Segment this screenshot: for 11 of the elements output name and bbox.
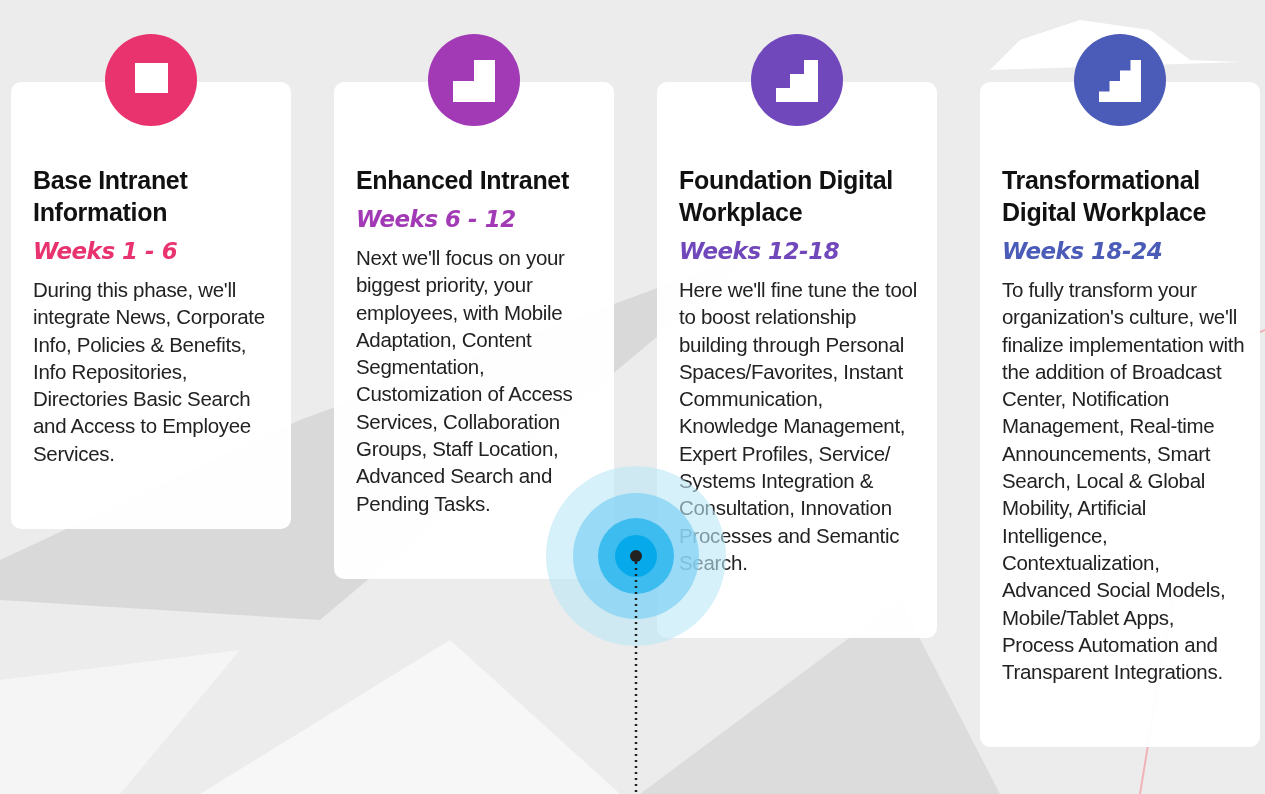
phase-description: During this phase, we'll integrate News, Corporate Info, Policies & Benefits, Info Repositories, Directories Basic Search and Access to Employee Services. [33,277,266,467]
phase-description: Next we'll focus on your biggest priority, your employees, with Mobile Adaptation, Content Segmentation, Customization of Access Services, Collaboration Groups, Staff Location, Advanced Search and Pending Tasks. [356,245,574,517]
phase-title: Base Intranet Information [33,165,189,228]
phase-title: Transformational Digital Workplace [1002,165,1208,228]
phase-title: Foundation Digital Workplace [679,165,894,228]
phase-weeks: Weeks 12-18 [679,238,841,264]
phase-weeks: Weeks 6 - 12 [356,206,517,232]
phase-description: To fully transform your organization's culture, we'll finalize implementation with the addition of Broadcast Center, Notification Management, Real-time Announcements, Smart Search, Local & Global Mobility, Artificial Intelligence, Contextualization, Advanced Social Models, Mobile/Tablet Apps, Process Automation and Transparent Integrations. [1002,277,1246,686]
phase-title: Enhanced Intranet [356,165,570,196]
phase-weeks: Weeks 18-24 [1002,238,1164,264]
phase-weeks: Weeks 1 - 6 [33,238,179,264]
